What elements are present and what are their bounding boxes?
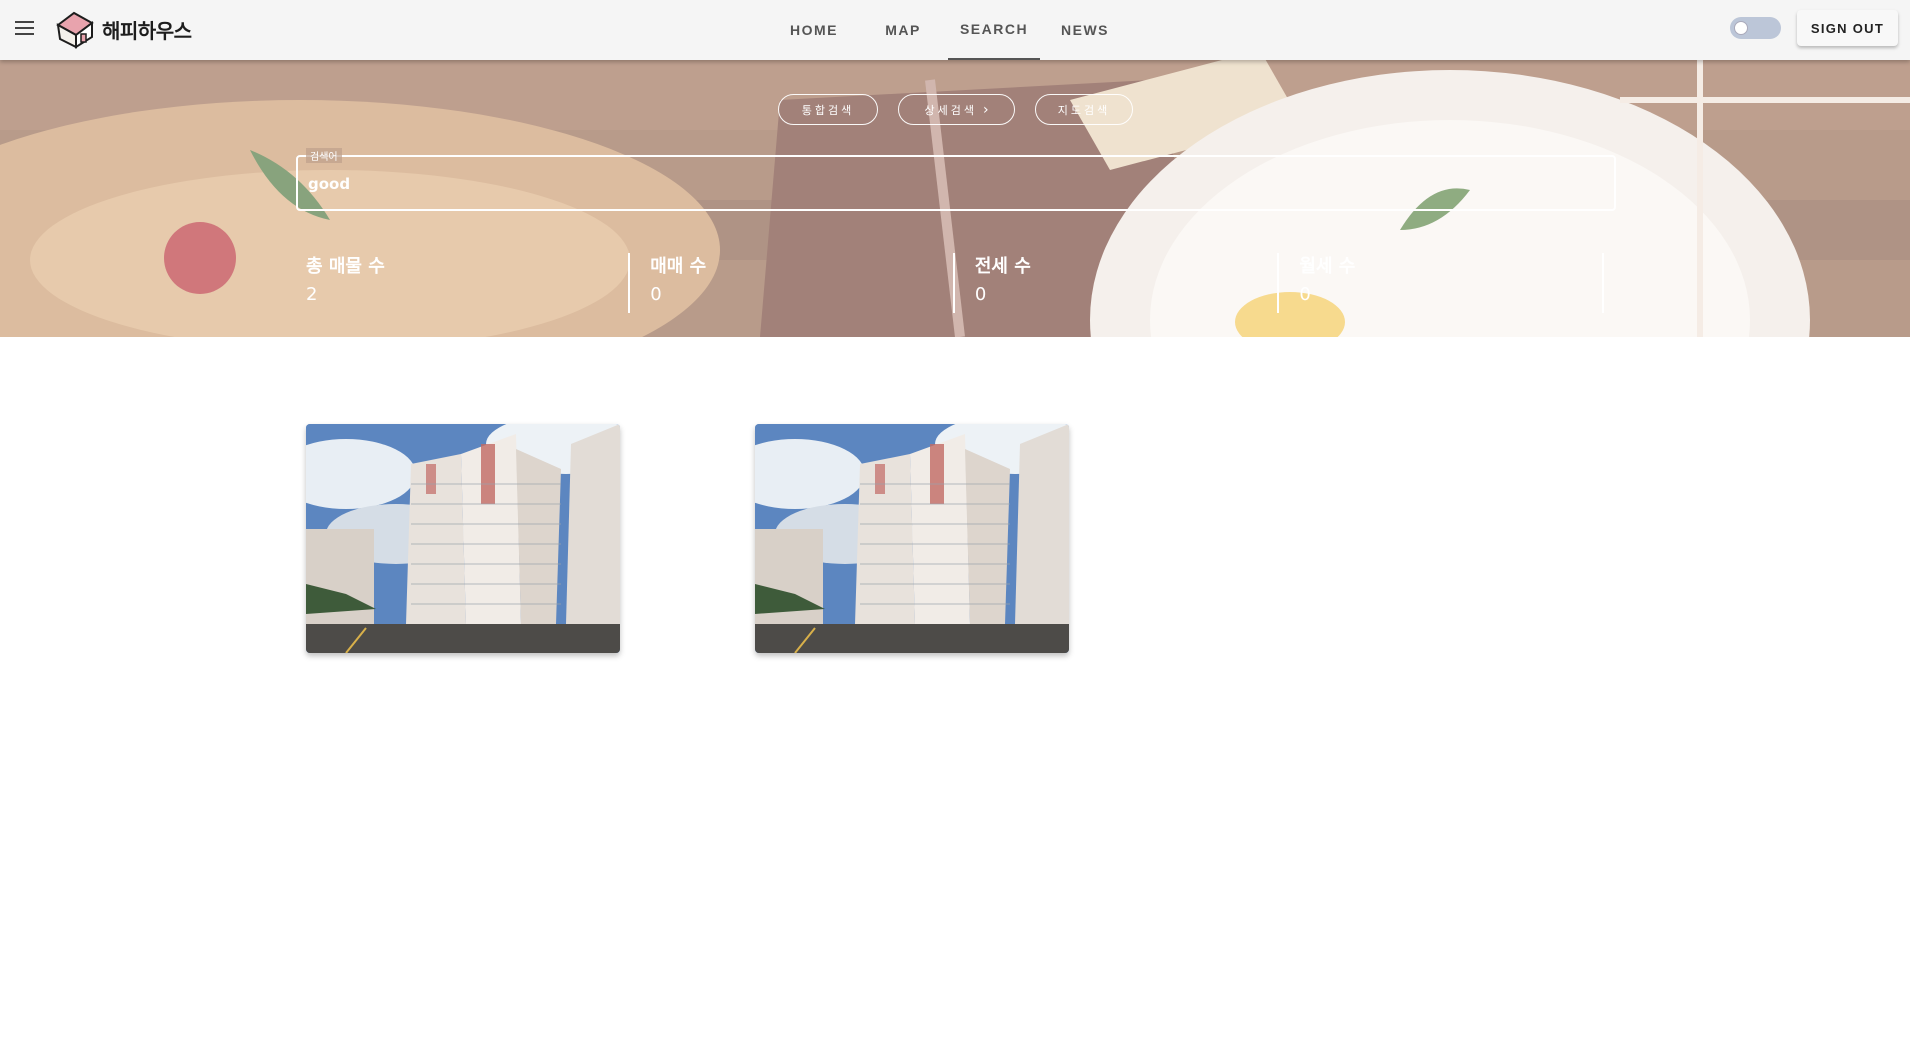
tab-detailed-search[interactable]: 상세검색 › (898, 94, 1015, 125)
stat-label: 월세 수 (1299, 256, 1356, 277)
stat-value: 2 (306, 284, 318, 305)
main-nav: HOME MAP SEARCH NEWS (770, 0, 1130, 60)
toggle-knob (1734, 21, 1748, 35)
search-input[interactable] (308, 171, 1588, 197)
stat-jeonse: 전세 수 0 (955, 253, 1280, 313)
apartment-building-photo (306, 424, 620, 653)
nav-tab-map[interactable]: MAP (858, 0, 948, 60)
logo[interactable]: 해피하우스 (54, 9, 192, 49)
stat-value: 0 (974, 284, 987, 305)
tab-integrated-search[interactable]: 통합검색 (778, 94, 878, 125)
nav-tab-search[interactable]: SEARCH (948, 0, 1040, 60)
tab-label: 통합검색 (801, 103, 855, 117)
nav-tab-news[interactable]: NEWS (1040, 0, 1130, 60)
listing-stats: 총 매물 수 2 매매 수 0 전세 수 0 월세 수 0 (306, 253, 1605, 313)
stat-label: 전세 수 (974, 256, 1031, 277)
divider (1602, 253, 1605, 313)
app-bar: 해피하우스 HOME MAP SEARCH NEWS SIGN OUT (0, 0, 1910, 60)
tab-label: 상세검색 (924, 103, 977, 117)
search-field: 검색어 (296, 148, 1616, 211)
search-field-label: 검색어 (306, 148, 342, 163)
apartment-building-photo (755, 424, 1069, 653)
logo-text: 해피하우스 (102, 18, 192, 43)
sign-out-button[interactable]: SIGN OUT (1797, 10, 1898, 46)
hamburger-menu-icon[interactable] (10, 14, 38, 42)
stat-value: 0 (650, 284, 662, 305)
stat-label: 매매 수 (650, 256, 707, 277)
tab-map-search[interactable]: 지도검색 (1035, 94, 1133, 125)
stat-total: 총 매물 수 2 (306, 253, 631, 313)
chevron-right-icon: › (982, 101, 989, 118)
stat-label: 총 매물 수 (306, 256, 385, 277)
stat-sale: 매매 수 0 (630, 253, 955, 313)
stat-monthly-rent: 월세 수 0 (1279, 253, 1605, 313)
search-hero: 통합검색 상세검색 › 지도검색 검색어 총 매물 수 2 매매 수 0 전세 … (0, 60, 1910, 337)
listing-card[interactable] (306, 424, 620, 653)
house-icon (56, 11, 94, 49)
listing-card[interactable] (755, 424, 1069, 653)
nav-tab-home[interactable]: HOME (770, 0, 858, 60)
stat-value: 0 (1299, 284, 1311, 305)
tab-label: 지도검색 (1057, 103, 1111, 117)
theme-toggle[interactable] (1730, 17, 1781, 39)
search-type-tabs: 통합검색 상세검색 › 지도검색 (778, 94, 1133, 125)
